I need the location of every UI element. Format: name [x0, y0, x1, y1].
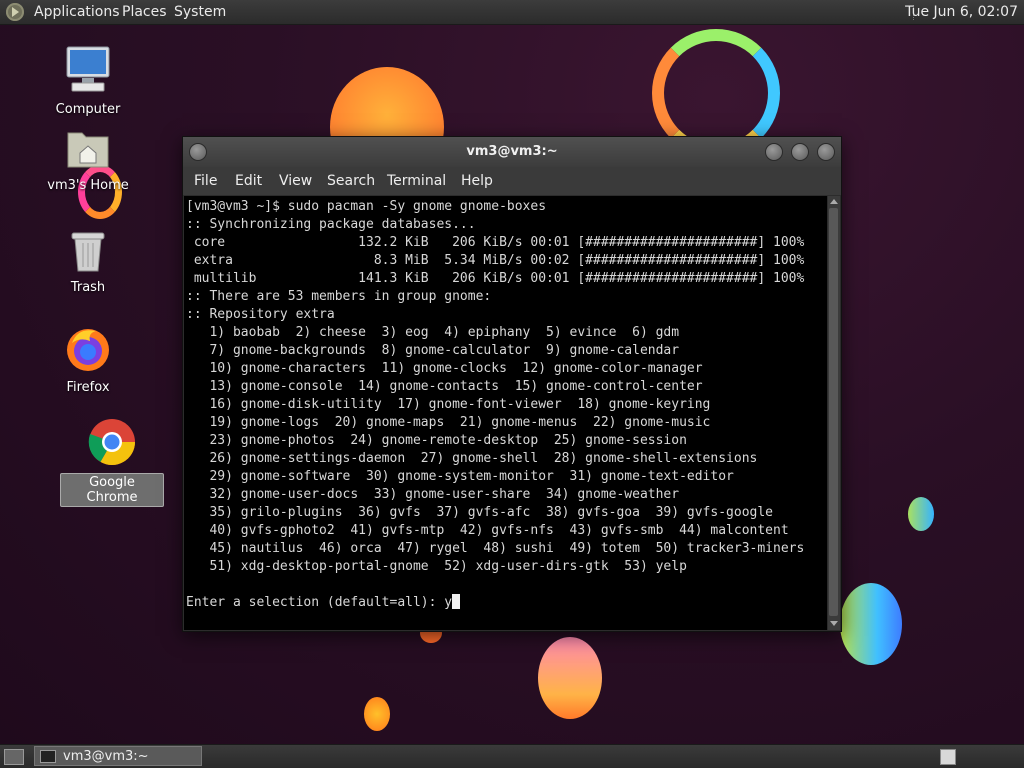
- terminal-output[interactable]: [vm3@vm3 ~]$ sudo pacman -Sy gnome gnome…: [184, 196, 827, 630]
- terminal-text: [vm3@vm3 ~]$ sudo pacman -Sy gnome gnome…: [184, 196, 827, 612]
- desktop-icon-label: Trash: [70, 280, 106, 295]
- wallpaper-big-blue-blob: [840, 583, 902, 665]
- show-desktop-icon[interactable]: [4, 749, 24, 765]
- menu-terminal[interactable]: Terminal: [387, 173, 446, 189]
- window-title: vm3@vm3:~: [466, 144, 558, 159]
- desktop-icon-computer[interactable]: Computer: [38, 45, 138, 118]
- taskbar-item-label: vm3@vm3:~: [63, 749, 149, 764]
- menu-system[interactable]: System: [174, 4, 226, 20]
- maximize-button[interactable]: [791, 143, 809, 161]
- distro-logo-icon[interactable]: [6, 3, 24, 21]
- minimize-button[interactable]: [765, 143, 783, 161]
- window-titlebar[interactable]: vm3@vm3:~: [183, 137, 841, 167]
- terminal-history: [vm3@vm3 ~]$ sudo pacman -Sy gnome gnome…: [186, 199, 805, 574]
- home-folder-icon: [67, 132, 109, 168]
- menu-search[interactable]: Search: [327, 173, 375, 189]
- desktop-icon-label: vm3's Home: [47, 178, 129, 193]
- desktop-icon-label: Computer: [55, 102, 121, 117]
- scroll-down-icon[interactable]: [830, 621, 838, 626]
- menu-places[interactable]: Places: [122, 4, 167, 20]
- trash-icon: [71, 232, 105, 272]
- top-panel: Applications Places System Tue Jun 6, 02…: [0, 0, 1024, 25]
- menu-help[interactable]: Help: [461, 173, 493, 189]
- scroll-up-icon[interactable]: [830, 199, 838, 204]
- wallpaper-small-orange-blob: [364, 697, 390, 731]
- terminal-menubar: File Edit View Search Terminal Help: [183, 167, 841, 195]
- menu-applications[interactable]: Applications: [34, 4, 120, 20]
- menu-edit[interactable]: Edit: [235, 173, 262, 189]
- taskbar-item-terminal[interactable]: vm3@vm3:~: [34, 746, 202, 766]
- bottom-panel: vm3@vm3:~: [0, 744, 1024, 768]
- terminal-prompt: Enter a selection (default=all):: [186, 595, 445, 610]
- menu-file[interactable]: File: [194, 173, 217, 189]
- workspace-switcher[interactable]: [940, 749, 956, 765]
- desktop-icon-trash[interactable]: Trash: [38, 227, 138, 296]
- wallpaper-blue-blob: [908, 497, 934, 531]
- firefox-icon: [67, 329, 109, 371]
- chrome-icon: [88, 419, 135, 465]
- close-button[interactable]: [817, 143, 835, 161]
- wallpaper-pink-blob: [538, 637, 602, 719]
- computer-icon: [66, 46, 110, 92]
- terminal-window[interactable]: vm3@vm3:~ File Edit View Search Terminal…: [182, 136, 842, 632]
- desktop-icon-label: Firefox: [66, 380, 110, 395]
- scrollbar-thumb[interactable]: [829, 208, 838, 616]
- terminal-input[interactable]: y: [444, 595, 452, 610]
- terminal-icon: [40, 750, 56, 763]
- desktop-icon-home[interactable]: vm3's Home: [38, 127, 138, 194]
- terminal-scrollbar[interactable]: [828, 196, 840, 630]
- clock[interactable]: Tue Jun 6, 02:07: [905, 4, 1018, 20]
- text-cursor: [452, 594, 461, 609]
- desktop-icon-chrome[interactable]: Google Chrome: [60, 417, 164, 507]
- menu-view[interactable]: View: [279, 173, 312, 189]
- desktop-icon-firefox[interactable]: Firefox: [38, 325, 138, 396]
- desktop-icon-label: Google Chrome: [60, 473, 164, 507]
